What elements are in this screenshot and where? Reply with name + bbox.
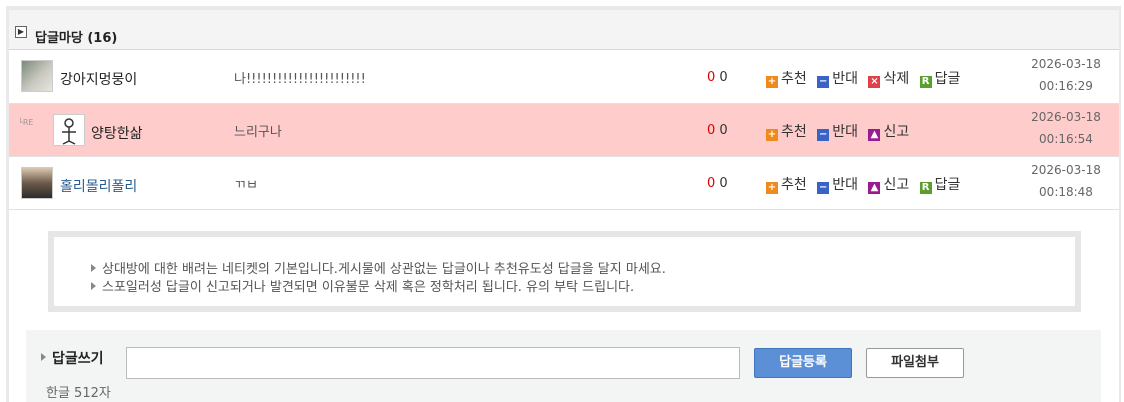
comment-author[interactable]: 양탕한삶 <box>91 123 143 143</box>
notice-line: 스포일러성 답글이 신고되거나 발견되면 이유불문 삭제 혹은 정학처리 됩니다… <box>91 276 634 295</box>
oppose-button[interactable]: − 반대 <box>817 177 858 194</box>
vote-counts: 0 0 <box>707 176 728 191</box>
triangle-bullet-icon <box>41 353 46 361</box>
alert-icon: ▲ <box>868 129 881 141</box>
downvote-count: 0 <box>719 176 728 191</box>
submit-reply-button[interactable]: 답글등록 <box>754 348 852 378</box>
downvote-count: 0 <box>719 70 728 85</box>
comment-actions: + 추천 − 반대 ▲ 신고 R 답글 <box>766 174 960 194</box>
comment-row: 강아지멍뭉이 나!!!!!!!!!!!!!!!!!!!!!!! 0 0 + 추천 … <box>9 51 1119 104</box>
plus-icon: + <box>766 129 778 141</box>
plus-icon: + <box>766 182 778 194</box>
char-limit: 한글 512자 <box>46 386 111 401</box>
netiquette-notice: 상대방에 대한 배려는 네티켓의 기본입니다.게시물에 상관없는 답글이나 추천… <box>48 231 1081 312</box>
comment-section: ▶ 답글마당 (16) 강아지멍뭉이 나!!!!!!!!!!!!!!!!!!!!… <box>9 10 1119 402</box>
triangle-bullet-icon <box>91 264 96 272</box>
triangle-bullet-icon <box>91 282 96 290</box>
avatar-drawing <box>62 118 76 145</box>
upvote-count: 0 <box>707 123 716 138</box>
vote-counts: 0 0 <box>707 70 728 85</box>
notice-inner: 상대방에 대한 배려는 네티켓의 기본입니다.게시물에 상관없는 답글이나 추천… <box>54 237 1075 306</box>
expand-icon[interactable]: ▶ <box>15 26 27 38</box>
report-button[interactable]: ▲ 신고 <box>868 177 909 194</box>
upvote-count: 0 <box>707 176 716 191</box>
reply-write-area: 답글쓰기 한글 512자 답글등록 파일첨부 <box>26 330 1101 402</box>
delete-button[interactable]: × 삭제 <box>868 71 909 88</box>
comment-text: 느리구나 <box>234 125 282 140</box>
plus-icon: + <box>766 76 778 88</box>
minus-icon: − <box>817 182 830 194</box>
notice-line: 상대방에 대한 배려는 네티켓의 기본입니다.게시물에 상관없는 답글이나 추천… <box>91 258 666 277</box>
comment-author[interactable]: 홀리몰리폴리 <box>60 176 137 196</box>
alert-icon: ▲ <box>868 182 881 194</box>
comment-actions: + 추천 − 반대 × 삭제 R 답글 <box>766 68 960 88</box>
reply-mark: └RE <box>18 118 34 127</box>
upvote-count: 0 <box>707 70 716 85</box>
minus-icon: − <box>817 129 830 141</box>
comment-row: └RE 양탕한삶 느리구나 0 0 + 추천 − 반대 ▲ 신고 2026-03-18… <box>9 104 1119 157</box>
report-button[interactable]: ▲ 신고 <box>868 124 909 141</box>
recommend-button[interactable]: + 추천 <box>766 71 807 88</box>
downvote-count: 0 <box>719 123 728 138</box>
avatar[interactable] <box>21 60 53 92</box>
reply-write-label: 답글쓰기 <box>41 348 104 368</box>
recommend-button[interactable]: + 추천 <box>766 124 807 141</box>
comment-text: ㄲㅂ <box>234 178 258 193</box>
oppose-button[interactable]: − 반대 <box>817 71 858 88</box>
vote-counts: 0 0 <box>707 123 728 138</box>
comment-author[interactable]: 강아지멍뭉이 <box>60 69 137 89</box>
recommend-button[interactable]: + 추천 <box>766 177 807 194</box>
attach-file-button[interactable]: 파일첨부 <box>866 348 964 378</box>
comment-text: 나!!!!!!!!!!!!!!!!!!!!!!! <box>234 72 366 87</box>
comment-actions: + 추천 − 반대 ▲ 신고 <box>766 121 909 141</box>
comment-date: 2026-03-18 00:18:48 <box>1031 163 1101 199</box>
minus-icon: − <box>817 76 830 88</box>
avatar[interactable] <box>53 114 85 146</box>
close-icon: × <box>868 76 881 88</box>
comment-count-title: 답글마당 (16) <box>35 31 118 46</box>
avatar[interactable] <box>21 167 53 199</box>
reply-input[interactable] <box>126 347 740 379</box>
comment-row: 홀리몰리폴리 ㄲㅂ 0 0 + 추천 − 반대 ▲ 신고 R 답글 2026-03-18… <box>9 157 1119 210</box>
comment-date: 2026-03-18 00:16:29 <box>1031 57 1101 93</box>
reply-icon: R <box>919 182 932 194</box>
oppose-button[interactable]: − 반대 <box>817 124 858 141</box>
comment-date: 2026-03-18 00:16:54 <box>1031 110 1101 146</box>
comment-header: ▶ 답글마당 (16) <box>9 10 1119 50</box>
reply-icon: R <box>919 76 932 88</box>
reply-button[interactable]: R 답글 <box>919 71 960 88</box>
reply-button[interactable]: R 답글 <box>919 177 960 194</box>
